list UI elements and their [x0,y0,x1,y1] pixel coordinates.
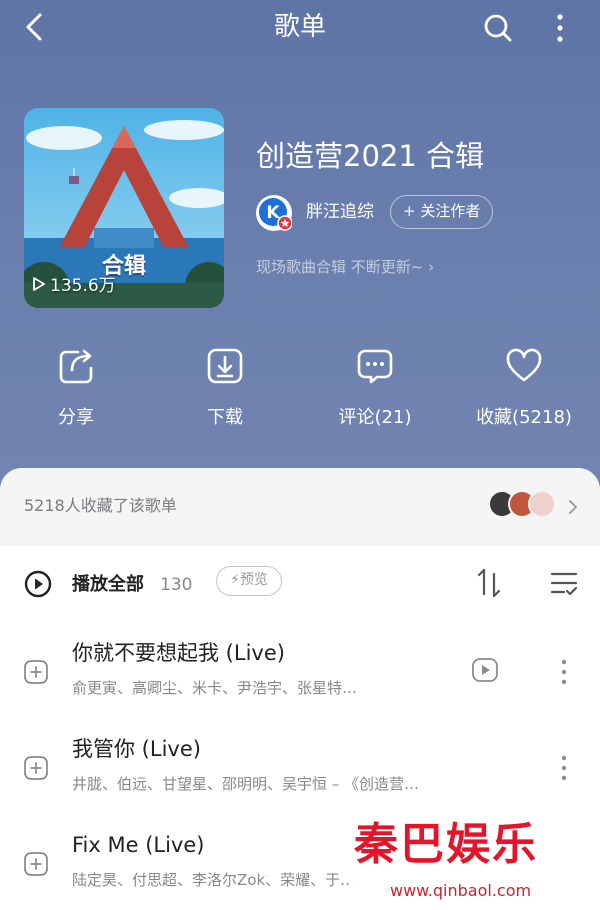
multi-select-icon[interactable] [550,570,578,596]
share-icon [59,349,93,384]
chevron-left-icon [26,13,42,41]
play-triangle-icon [33,276,45,291]
download-label: 下载 [207,407,243,428]
download-icon [207,348,243,384]
follow-author-button[interactable]: + 关注作者 [390,195,494,229]
preview-button[interactable]: ⚡预览 [216,566,282,596]
more-vertical-icon[interactable] [556,656,572,688]
back-button[interactable] [20,12,50,42]
sort-icon[interactable] [476,566,502,600]
chevron-right-icon [569,500,577,514]
collector-avatars [488,490,558,520]
playlist-cover[interactable]: 合辑 135.6万 [24,108,224,308]
share-label: 分享 [58,407,94,428]
favorite-label: 收藏(5218) [476,407,572,428]
comment-button[interactable]: 评论(21) [315,346,435,430]
add-to-queue-icon[interactable] [24,756,48,780]
more-vertical-icon [557,14,563,42]
song-row[interactable]: 我管你 (Live) 井胧、伯远、甘望星、邵明明、吴宇恒 – 《创造营… [0,728,600,824]
add-to-queue-icon[interactable] [24,852,48,876]
play-all-row: 播放全部 130 ⚡预览 [0,564,600,608]
collectors-text: 5218人收藏了该歌单 [24,496,177,515]
creator-name[interactable]: 胖汪追综 [306,200,374,224]
play-circle-icon[interactable] [24,570,52,598]
search-icon [484,14,512,42]
play-count: 135.6万 [32,271,116,296]
song-count: 130 [160,575,193,595]
play-count-value: 135.6万 [50,276,116,296]
playlist-description[interactable]: 现场歌曲合辑 不断更新~ › [256,256,434,278]
song-artists: 井胧、伯远、甘望星、邵明明、吴宇恒 – 《创造营… [72,775,420,793]
collectors-bar[interactable]: 5218人收藏了该歌单 [0,468,600,546]
song-title: Fix Me (Live) [72,833,205,857]
song-title: 我管你 (Live) [72,737,201,761]
comment-label: 评论(21) [338,407,412,428]
comment-icon [357,349,393,384]
playlist-title: 创造营2021 合辑 [256,139,485,173]
download-button[interactable]: 下载 [165,346,285,430]
play-all-button[interactable]: 播放全部 [72,572,144,598]
watermark-logo: 秦巴娱乐 [354,819,538,870]
video-play-icon[interactable] [472,658,498,682]
creator-logo-icon: K [257,196,293,231]
add-to-queue-icon[interactable] [24,660,48,684]
watermark: 秦巴娱乐 www.qinbaol.com [350,815,600,910]
song-row[interactable]: 你就不要想起我 (Live) 俞更寅、高卿尘、米卡、尹浩宇、张星特… [0,632,600,728]
song-title: 你就不要想起我 (Live) [72,641,285,665]
search-button[interactable] [482,12,514,44]
song-artists: 俞更寅、高卿尘、米卡、尹浩宇、张星特… [72,679,358,697]
creator-avatar[interactable]: K [256,195,293,231]
avatar [528,490,556,518]
share-button[interactable]: 分享 [16,346,136,430]
watermark-url: www.qinbaol.com [390,881,532,900]
more-options-button[interactable] [548,12,572,44]
heart-icon [506,348,542,382]
favorite-button[interactable]: 收藏(5218) [464,346,584,430]
more-vertical-icon[interactable] [556,752,572,784]
top-bar: 歌单 [0,0,600,56]
